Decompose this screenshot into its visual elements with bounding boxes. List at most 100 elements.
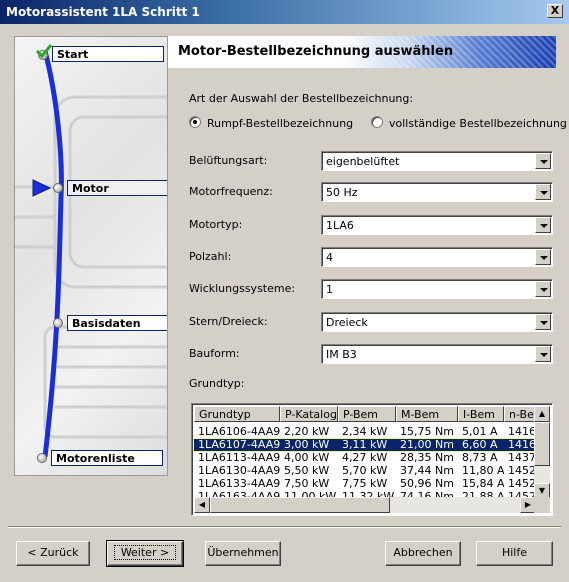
- column-header-p-bem[interactable]: P-Bem: [338, 406, 396, 422]
- table-cell: 1LA6133-4AA90: [198, 478, 280, 490]
- radio-vollstaendig-label[interactable]: vollständige Bestellbezeichnung: [389, 117, 567, 130]
- next-button[interactable]: Weiter >: [106, 540, 184, 567]
- selection-question: Art der Auswahl der Bestellbezeichnung:: [189, 92, 414, 105]
- table-cell: 5,01 A: [462, 426, 498, 438]
- step-dot-motor: [53, 183, 63, 193]
- step-basisdaten: Basisdaten: [67, 315, 167, 331]
- step-dot-motorenliste: [37, 453, 47, 463]
- back-button-label: < Zurück: [27, 546, 79, 559]
- motorfrequenz-value: 50 Hz: [326, 186, 358, 199]
- table-cell: 1LA6130-4AA90: [198, 465, 280, 477]
- motortyp-value: 1LA6: [326, 219, 354, 232]
- table-cell: 6,60 A: [462, 439, 498, 451]
- progress-line: [42, 50, 64, 458]
- close-icon: X: [550, 4, 560, 17]
- help-button[interactable]: Hilfe: [476, 541, 553, 566]
- wicklungssysteme-value: 1: [326, 283, 333, 296]
- scroll-left-icon[interactable]: ◀: [194, 497, 210, 513]
- motor-background-art: [15, 50, 167, 458]
- table-cell: 4,00 kW: [284, 452, 330, 464]
- column-header-m-bem[interactable]: M-Bem: [396, 406, 458, 422]
- radio-rumpf[interactable]: [189, 116, 201, 128]
- table-row[interactable]: 1LA6113-4AA90 4,00 kW 4,27 kW 28,35 Nm 8,73 …: [194, 452, 536, 464]
- bauform-value: IM B3: [326, 348, 357, 361]
- column-header-n-bem[interactable]: n-Be: [504, 406, 536, 422]
- table-cell: 2,20 kW: [284, 426, 330, 438]
- table-cell: 1416: [508, 426, 536, 438]
- column-header-i-bem[interactable]: I-Bem: [458, 406, 504, 422]
- table-cell: 7,50 kW: [284, 478, 330, 490]
- polzahl-label: Polzahl:: [189, 250, 232, 263]
- stern-dreieck-select[interactable]: Dreieck: [321, 312, 553, 332]
- cancel-button-label: Abbrechen: [393, 546, 453, 559]
- step-motorenliste: Motorenliste: [51, 450, 163, 466]
- apply-button-label: Übernehmen: [207, 546, 279, 559]
- apply-button[interactable]: Übernehmen: [205, 541, 281, 566]
- stern-dreieck-label: Stern/Dreieck:: [189, 315, 268, 328]
- radio-rumpf-label[interactable]: Rumpf-Bestellbezeichnung: [207, 117, 353, 130]
- step-basisdaten-label: Basisdaten: [72, 317, 141, 330]
- close-button[interactable]: X: [547, 4, 563, 18]
- table-cell: 1452: [508, 478, 536, 490]
- page-title: Motor-Bestellbezeichnung auswählen: [178, 44, 454, 59]
- table-cell: 2,34 kW: [342, 426, 388, 438]
- chevron-down-icon[interactable]: [535, 281, 551, 297]
- wicklungssysteme-select[interactable]: 1: [321, 279, 553, 299]
- table-cell: 1LA6113-4AA90: [198, 452, 280, 464]
- table-cell: 15,75 Nm: [400, 426, 454, 438]
- motortyp-select[interactable]: 1LA6: [321, 215, 553, 235]
- belueftungsart-select[interactable]: eigenbelüftet: [321, 151, 553, 171]
- grundtyp-table-body: Grundtyp P-Katalog P-Bem M-Bem I-Bem n-B…: [194, 406, 536, 501]
- table-cell: 7,75 kW: [342, 478, 388, 490]
- chevron-down-icon[interactable]: [535, 249, 551, 265]
- wicklungssysteme-label: Wicklungssysteme:: [189, 282, 296, 295]
- table-row[interactable]: 1LA6130-4AA90 5,50 kW 5,70 kW 37,44 Nm 11,80…: [194, 465, 536, 477]
- bauform-label: Bauform:: [189, 347, 240, 360]
- table-cell: 8,73 A: [462, 452, 498, 464]
- table-cell: 5,70 kW: [342, 465, 388, 477]
- step-start-label: Start: [57, 48, 89, 61]
- table-row[interactable]: 1LA6133-4AA90 7,50 kW 7,75 kW 50,96 Nm 15,84…: [194, 478, 536, 490]
- table-cell: 3,00 kW: [284, 439, 330, 451]
- window-title: Motorassistent 1LA Schritt 1: [6, 5, 200, 19]
- step-motorenliste-label: Motorenliste: [56, 452, 135, 465]
- grundtyp-table[interactable]: Grundtyp P-Katalog P-Bem M-Bem I-Bem n-B…: [191, 403, 553, 516]
- scroll-thumb-vertical[interactable]: [534, 422, 550, 466]
- table-cell: 1452: [508, 465, 536, 477]
- table-row[interactable]: 1LA6106-4AA90 2,20 kW 2,34 kW 15,75 Nm 5,01 …: [194, 426, 536, 438]
- chevron-down-icon[interactable]: [535, 217, 551, 233]
- back-button[interactable]: < Zurück: [16, 541, 90, 566]
- polzahl-select[interactable]: 4: [321, 247, 553, 267]
- step-dot-basisdaten: [53, 318, 63, 328]
- table-vertical-scrollbar[interactable]: ▲ ▼: [534, 406, 550, 499]
- stern-dreieck-value: Dreieck: [326, 316, 368, 329]
- belueftungsart-label: Belüftungsart:: [189, 154, 268, 167]
- cancel-button[interactable]: Abbrechen: [385, 541, 461, 566]
- motorfrequenz-label: Motorfrequenz:: [189, 185, 273, 198]
- column-header-grundtyp[interactable]: Grundtyp: [194, 406, 280, 422]
- chevron-down-icon[interactable]: [535, 314, 551, 330]
- motorfrequenz-select[interactable]: 50 Hz: [321, 182, 553, 202]
- chevron-down-icon[interactable]: [535, 153, 551, 169]
- column-header-p-katalog[interactable]: P-Katalog: [280, 406, 338, 422]
- table-cell: 5,50 kW: [284, 465, 330, 477]
- table-cell: 50,96 Nm: [400, 478, 454, 490]
- table-cell: 28,35 Nm: [400, 452, 454, 464]
- bauform-select[interactable]: IM B3: [321, 344, 553, 364]
- table-cell: 15,84 A: [462, 478, 504, 490]
- scroll-up-icon[interactable]: ▲: [534, 406, 550, 422]
- step-motor: Motor: [67, 180, 167, 196]
- motortyp-label: Motortyp:: [189, 218, 243, 231]
- table-cell: 1LA6107-4AA90: [198, 439, 280, 451]
- grundtyp-label: Grundtyp:: [189, 377, 245, 390]
- radio-vollstaendig[interactable]: [371, 116, 383, 128]
- table-horizontal-scrollbar[interactable]: ◀ ▶: [194, 497, 536, 513]
- chevron-down-icon[interactable]: [535, 184, 551, 200]
- polzahl-value: 4: [326, 251, 333, 264]
- table-cell: 21,00 Nm: [400, 439, 454, 451]
- chevron-down-icon[interactable]: [535, 346, 551, 362]
- belueftungsart-value: eigenbelüftet: [326, 155, 400, 168]
- table-row[interactable]: 1LA6107-4AA90 3,00 kW 3,11 kW 21,00 Nm 6,60 …: [194, 438, 536, 452]
- checkmark-icon: [35, 44, 53, 59]
- scroll-thumb-horizontal[interactable]: [210, 497, 390, 513]
